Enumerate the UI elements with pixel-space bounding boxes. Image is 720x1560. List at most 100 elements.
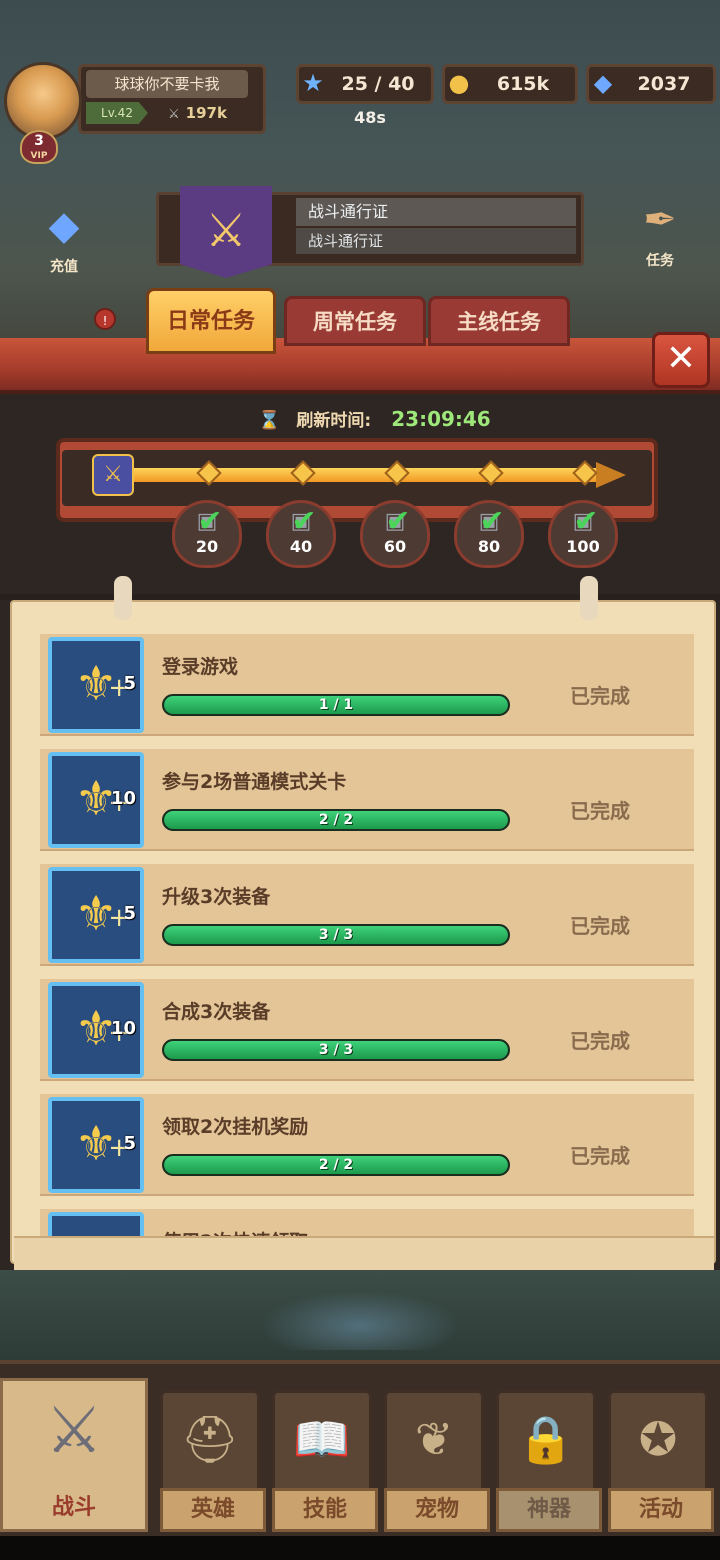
task-reward: 5 [123, 1133, 136, 1154]
nav-pet-label: 宠物 [384, 1488, 490, 1532]
nav-hero-label: 英雄 [160, 1488, 266, 1532]
vip-level: 3 [34, 133, 44, 149]
task-progress-bar: 2 / 2 [162, 1154, 510, 1176]
quest-side-label: 任务 [646, 253, 674, 269]
nav-battle-label: 战斗 [51, 1495, 96, 1520]
task-row: ⚜ +5 领取2次挂机奖励 2 / 2 已完成 [40, 1094, 694, 1196]
milestone-chest-60[interactable]: ▣ ✔ 60 [360, 500, 430, 568]
task-progress-bar: 3 / 3 [162, 924, 510, 946]
activity-points-icon: ⚜ +5 [48, 1097, 144, 1193]
task-row: ⚜ +5 升级3次装备 3 / 3 已完成 [40, 864, 694, 966]
task-row: ⚜ +10 合成3次装备 3 / 3 已完成 [40, 979, 694, 1081]
gem-value: 2037 [637, 73, 691, 95]
task-progress-bar: 1 / 1 [162, 694, 510, 716]
gold-counter[interactable]: ● 615k [442, 64, 578, 104]
milestone-value: 100 [566, 537, 600, 556]
milestone-chest-100[interactable]: ▣ ✔ 100 [548, 500, 618, 568]
crossed-swords-icon: ⚔ [168, 107, 180, 122]
refresh-timer-row: ⌛ 刷新时间: 23:09:46 [258, 404, 491, 434]
task-list[interactable]: ⚜ +5 登录游戏 1 / 1 已完成 ⚜ +10 参与2场普通模式关卡 2 / 2… [40, 634, 696, 1238]
tab-daily-tasks[interactable]: 日常任务 [146, 288, 276, 354]
player-level: Lv.42 [86, 102, 148, 124]
rope-right [580, 576, 598, 620]
nav-skill[interactable]: 📖 技能 [272, 1390, 378, 1532]
battle-scene-strip [0, 1270, 720, 1370]
scroll-quill-icon: ✒ [643, 197, 677, 243]
vip-label: VIP [30, 151, 48, 161]
nav-artifact[interactable]: 🔒 神器 [496, 1390, 602, 1532]
activity-points-icon: ⚜ +10 [48, 982, 144, 1078]
stamina-timer: 48s [354, 108, 386, 127]
tab-weekly-tasks[interactable]: 周常任务 [284, 296, 426, 346]
check-icon: ✔ [197, 504, 223, 539]
task-progress-text: 3 / 3 [318, 927, 354, 943]
task-progress-text: 1 / 1 [318, 697, 354, 713]
task-progress-text: 3 / 3 [318, 1042, 354, 1058]
gem-counter[interactable]: ◆ 2037 [586, 64, 716, 104]
nav-event[interactable]: ✪ 活动 [608, 1390, 714, 1532]
treasure-icon: ✪ [638, 1412, 678, 1466]
tab-main-tasks[interactable]: 主线任务 [428, 296, 570, 346]
check-icon: ✔ [479, 504, 505, 539]
refresh-label: 刷新时间: [296, 411, 372, 431]
gem-pile-icon: ◆ [48, 203, 80, 249]
task-status: 已完成 [570, 799, 630, 823]
milestone-chest-20[interactable]: ▣ ✔ 20 [172, 500, 242, 568]
recharge-button[interactable]: ◆ 充值 [24, 196, 104, 286]
activity-points-icon: ⚜ +5 [48, 637, 144, 733]
gold-value: 615k [496, 73, 550, 95]
battle-pass-emblem-icon: ⚔ [180, 186, 272, 278]
close-button[interactable]: ✕ [652, 332, 710, 388]
task-status: 已完成 [570, 684, 630, 708]
rope-left [114, 576, 132, 620]
vip-badge[interactable]: 3 VIP [20, 130, 58, 164]
knight-helmet-icon: ⛑ [180, 1412, 240, 1466]
activity-points-icon: ⚜ +10 [48, 752, 144, 848]
combat-power-value: 197k [185, 104, 227, 122]
task-name: 参与2场普通模式关卡 [162, 771, 347, 793]
task-status: 已完成 [570, 914, 630, 938]
stamina-counter[interactable]: ★ 25 / 40 [296, 64, 434, 104]
nav-pet[interactable]: ❦ 宠物 [384, 1390, 490, 1532]
task-progress-text: 2 / 2 [318, 1157, 354, 1173]
task-reward: 5 [123, 903, 136, 924]
recharge-label: 充值 [50, 259, 78, 275]
task-name: 登录游戏 [162, 656, 239, 678]
task-name: 领取2次挂机奖励 [162, 1116, 309, 1138]
wings-icon: ❦ [414, 1412, 454, 1466]
milestone-value: 20 [195, 537, 219, 556]
crossed-swords-icon: ⚔ [45, 1394, 103, 1468]
activity-points-icon: ⚜ +5 [48, 867, 144, 963]
battle-pass-title: 战斗通行证 [296, 198, 576, 226]
player-avatar[interactable] [4, 62, 82, 140]
milestone-chest-40[interactable]: ▣ ✔ 40 [266, 500, 336, 568]
task-reward: 10 [110, 788, 136, 809]
scroll-paper-curl [14, 1236, 714, 1270]
activity-points-icon: ⚜ [48, 1212, 144, 1238]
task-reward: 5 [123, 673, 136, 694]
star-plus-icon: ★ [302, 69, 324, 97]
nav-hero[interactable]: ⛑ 英雄 [160, 1390, 266, 1532]
player-name: 球球你不要卡我 [86, 70, 248, 98]
check-icon: ✔ [291, 504, 317, 539]
activity-emblem-icon: ⚔ [92, 454, 134, 496]
task-progress-text: 2 / 2 [318, 812, 354, 828]
milestone-value: 60 [383, 537, 407, 556]
milestone-chest-80[interactable]: ▣ ✔ 80 [454, 500, 524, 568]
quest-side-button[interactable]: ✒ 任务 [620, 190, 700, 280]
task-status: 已完成 [570, 1144, 630, 1168]
task-reward: 10 [110, 1018, 136, 1039]
task-name: 升级3次装备 [162, 886, 271, 908]
nav-skill-label: 技能 [272, 1488, 378, 1532]
nav-artifact-label: 神器 [496, 1488, 602, 1532]
hero-silhouette [260, 1290, 460, 1350]
gold-coin-icon: ● [448, 69, 470, 97]
header-plank [0, 338, 720, 394]
combat-power: ⚔ 197k [168, 102, 248, 124]
nav-event-label: 活动 [608, 1488, 714, 1532]
spellbook-icon: 📖 [293, 1412, 351, 1466]
nav-battle[interactable]: ⚔ 战斗 [0, 1378, 148, 1532]
check-icon: ✔ [573, 504, 599, 539]
task-row: ⚜ +5 登录游戏 1 / 1 已完成 [40, 634, 694, 736]
system-bar [0, 1536, 720, 1560]
